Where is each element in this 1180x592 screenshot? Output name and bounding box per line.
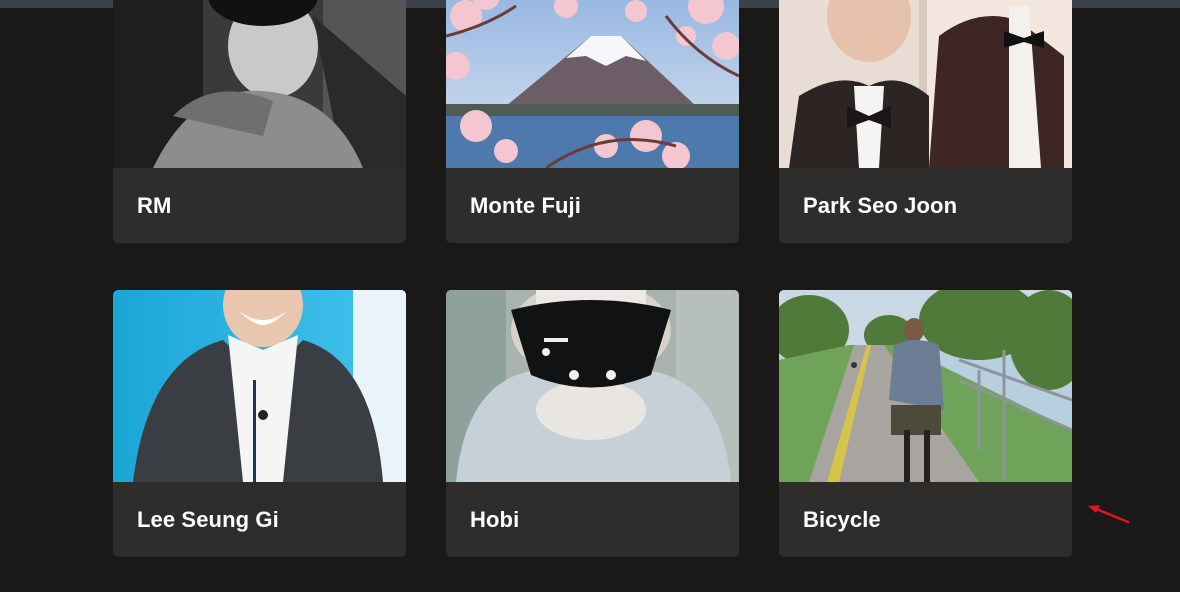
- gallery-card-park-seo-joon[interactable]: Park Seo Joon: [779, 0, 1072, 243]
- card-image: [446, 0, 739, 168]
- card-image: [113, 290, 406, 482]
- card-title: Bicycle: [803, 506, 881, 532]
- card-title: Lee Seung Gi: [137, 506, 279, 532]
- card-title: Monte Fuji: [470, 192, 581, 218]
- card-image: [113, 0, 406, 168]
- card-title: RM: [137, 192, 172, 218]
- card-image: [779, 0, 1072, 168]
- card-image: [779, 290, 1072, 482]
- gallery-card-bicycle[interactable]: Bicycle: [779, 290, 1072, 557]
- card-image: [446, 290, 739, 482]
- red-arrow-icon: [1088, 505, 1130, 524]
- gallery-card-hobi[interactable]: Hobi: [446, 290, 739, 557]
- card-title: Hobi: [470, 506, 520, 532]
- card-title: Park Seo Joon: [803, 192, 958, 218]
- gallery-card-lee-seung-gi[interactable]: Lee Seung Gi: [113, 290, 406, 557]
- gallery-card-rm[interactable]: RM: [113, 0, 406, 243]
- gallery-card-monte-fuji[interactable]: Monte Fuji: [446, 0, 739, 243]
